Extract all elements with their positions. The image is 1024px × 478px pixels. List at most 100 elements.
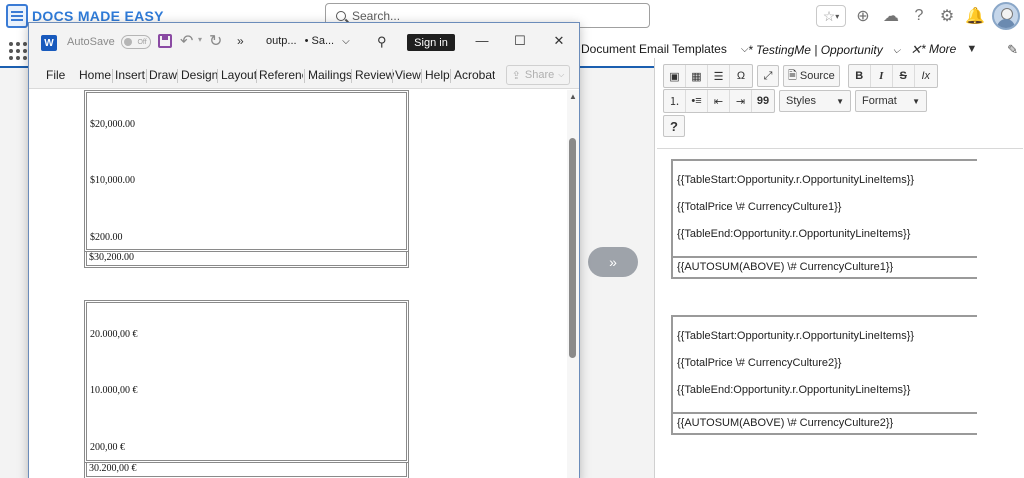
- vertical-scrollbar[interactable]: ▲: [567, 90, 579, 478]
- search-placeholder: Search...: [352, 8, 401, 23]
- chevron-down-icon[interactable]: ▾: [198, 35, 202, 44]
- chevron-down-icon[interactable]: ⌵: [893, 45, 901, 56]
- close-icon[interactable]: ✕: [910, 42, 921, 58]
- tab-mailings[interactable]: Mailings: [308, 68, 352, 82]
- doc-table-1: $20,000.00 $10,000.00 $200.00 $30,200.00: [84, 90, 409, 268]
- tab-review[interactable]: Review: [355, 68, 394, 82]
- table-icon[interactable]: ▦: [686, 65, 708, 87]
- tab-layout[interactable]: Layout: [221, 68, 257, 82]
- remove-format-button[interactable]: Ix: [915, 65, 937, 87]
- merge-field: {{TableEnd:Opportunity.r.OpportunityLine…: [677, 228, 911, 240]
- tab-testingme-opportunity[interactable]: * TestingMe | Opportunity ⌵ ✕: [748, 42, 921, 58]
- tab-label: * More: [921, 42, 957, 56]
- strike-button[interactable]: S: [893, 65, 915, 87]
- share-label: Share: [524, 69, 555, 81]
- tab-design[interactable]: Design: [181, 68, 218, 82]
- merge-field: {{TotalPrice \# CurrencyCulture1}}: [677, 201, 842, 213]
- tab-insert[interactable]: Insert: [115, 68, 145, 82]
- save-icon[interactable]: [158, 34, 172, 48]
- redo-icon[interactable]: ↻: [209, 31, 222, 51]
- minimize-icon[interactable]: —: [472, 33, 492, 48]
- share-button[interactable]: ⇪ Share ⌵: [506, 65, 570, 85]
- editor-content[interactable]: {{TableStart:Opportunity.r.OpportunityLi…: [657, 148, 1023, 478]
- bold-button[interactable]: B: [849, 65, 871, 87]
- template-editor: ▣ ▦ ☰ Ω ⤢ 🗎 Source B I S Ix ⒈ •≡ ⇤ ⇥ 99 S: [654, 58, 1024, 478]
- tab-home[interactable]: Home: [79, 68, 111, 82]
- search-icon: [336, 10, 346, 21]
- undo-icon[interactable]: ↶: [180, 31, 193, 51]
- double-chevron-right-icon: »: [609, 254, 617, 270]
- format-dropdown[interactable]: Format ▼: [855, 90, 927, 112]
- convert-button[interactable]: »: [588, 247, 638, 277]
- plus-icon[interactable]: ⊕: [852, 5, 874, 27]
- avatar[interactable]: [992, 2, 1020, 30]
- tab-file[interactable]: File: [46, 68, 65, 82]
- ribbon-divider: [256, 69, 257, 83]
- tab-draw[interactable]: Draw: [149, 68, 177, 82]
- header-actions: ☆ ▾ ⊕ ☁ ? ⚙ 🔔: [816, 2, 1020, 30]
- maximize-icon[interactable]: ⤢: [757, 65, 779, 87]
- autosave-toggle[interactable]: AutoSave Off: [67, 35, 151, 49]
- doc-table-body: $20,000.00 $10,000.00 $200.00: [84, 90, 409, 252]
- bell-icon[interactable]: 🔔: [964, 5, 986, 27]
- document-name[interactable]: outp... • Sa... ⌵: [266, 35, 350, 47]
- tab-references[interactable]: Reference: [259, 68, 303, 82]
- merge-field: {{TableStart:Opportunity.r.OpportunityLi…: [677, 174, 915, 186]
- autosave-switch[interactable]: Off: [120, 35, 151, 49]
- close-icon[interactable]: ✕: [549, 33, 569, 49]
- source-button[interactable]: 🗎 Source: [783, 65, 840, 87]
- outdent-icon[interactable]: ⇤: [708, 90, 730, 112]
- chevron-down-icon: ▾: [835, 11, 840, 21]
- word-document-page[interactable]: $20,000.00 $10,000.00 $200.00 $30,200.00…: [29, 90, 567, 478]
- list-group: ⒈ •≡ ⇤ ⇥ 99: [663, 89, 775, 113]
- numbered-list-icon[interactable]: ⒈: [664, 90, 686, 112]
- tab-more[interactable]: * More ▼: [921, 42, 977, 56]
- screen: DOCS MADE EASY Search... ☆ ▾ ⊕ ☁ ? ⚙ 🔔 Do…: [0, 0, 1024, 478]
- italic-button[interactable]: I: [871, 65, 893, 87]
- sign-in-button[interactable]: Sign in: [407, 34, 455, 51]
- favorites-button[interactable]: ☆ ▾: [816, 5, 846, 27]
- ribbon-divider: [146, 69, 147, 83]
- horizontal-line-icon[interactable]: ☰: [708, 65, 730, 87]
- word-title-bar: W AutoSave Off ↶ ▾ ↻ » outp... • Sa... ⌵…: [29, 23, 579, 61]
- doc-table-2: 20.000,00 € 10.000,00 € 200,00 € 30.200,…: [84, 300, 409, 478]
- caret-down-icon: ▼: [966, 43, 978, 55]
- format-group: B I S Ix: [847, 64, 938, 88]
- tab-view[interactable]: View: [395, 68, 421, 82]
- share-icon: ⇪: [511, 69, 521, 82]
- help-icon[interactable]: ?: [908, 5, 930, 27]
- table-cell-value: $200.00: [90, 232, 123, 243]
- more-commands-button[interactable]: »: [237, 34, 244, 48]
- tab-label: * TestingMe | Opportunity: [748, 43, 883, 57]
- autosave-state: Off: [137, 38, 147, 46]
- cloud-icon[interactable]: ☁: [880, 5, 902, 27]
- chevron-down-icon: ⌵: [342, 35, 350, 47]
- table-sum-cell: $30,200.00: [84, 252, 409, 268]
- tab-help[interactable]: Help: [425, 68, 450, 82]
- doc-name: outp...: [266, 35, 297, 47]
- ribbon-divider: [351, 69, 352, 83]
- scroll-up-icon[interactable]: ▲: [569, 92, 577, 101]
- edit-nav-icon[interactable]: ✎: [1007, 42, 1018, 58]
- tab-document-email-templates[interactable]: Document Email Templates ⌵: [581, 42, 748, 56]
- table-cell-value: $10,000.00: [90, 175, 135, 186]
- indent-icon[interactable]: ⇥: [730, 90, 752, 112]
- insert-group: ▣ ▦ ☰ Ω: [663, 64, 753, 88]
- app-launcher-icon[interactable]: [9, 42, 27, 60]
- autosave-label: AutoSave: [67, 36, 115, 48]
- search-icon[interactable]: ⚲: [377, 34, 387, 50]
- special-char-icon[interactable]: Ω: [730, 65, 752, 87]
- blockquote-icon[interactable]: 99: [752, 90, 774, 112]
- source-file-icon: 🗎: [788, 69, 797, 82]
- scrollbar-thumb[interactable]: [569, 138, 576, 358]
- chevron-down-icon: ⌵: [558, 70, 565, 79]
- help-button[interactable]: ?: [663, 115, 685, 137]
- maximize-icon[interactable]: ☐: [510, 33, 530, 49]
- tab-acrobat[interactable]: Acrobat: [454, 68, 495, 82]
- styles-dropdown[interactable]: Styles ▼: [779, 90, 851, 112]
- image-icon[interactable]: ▣: [664, 65, 686, 87]
- bullet-list-icon[interactable]: •≡: [686, 90, 708, 112]
- gear-icon[interactable]: ⚙: [936, 5, 958, 27]
- doc-table-body: 20.000,00 € 10.000,00 € 200,00 €: [84, 300, 409, 463]
- merge-field: {{TableEnd:Opportunity.r.OpportunityLine…: [677, 384, 911, 396]
